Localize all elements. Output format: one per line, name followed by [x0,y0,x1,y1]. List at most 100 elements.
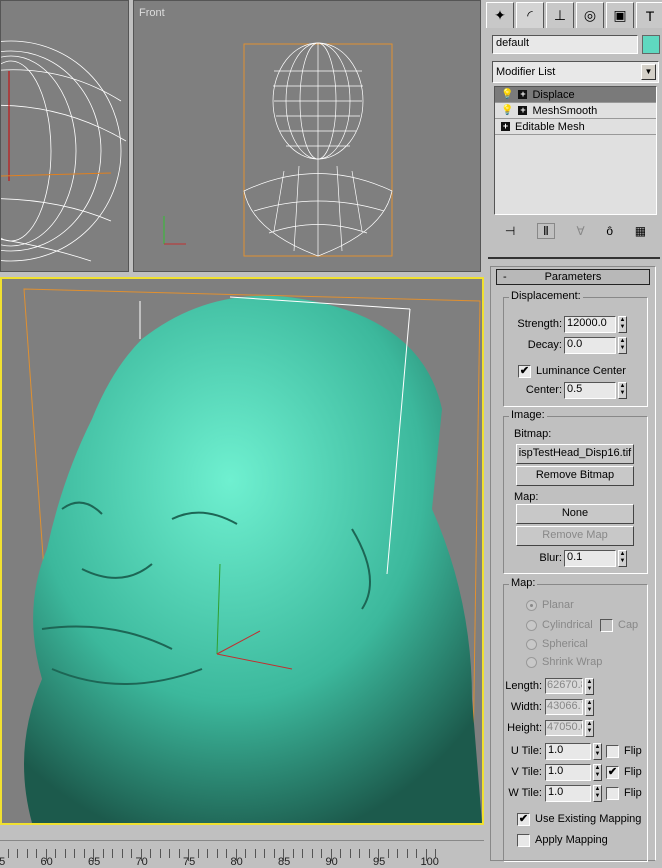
stack-item-label: MeshSmooth [532,104,598,117]
modifier-list-dropdown[interactable]: Modifier List ▼ [492,61,659,83]
planar-radio [526,600,537,611]
create-tab-icon[interactable]: ✦ [486,2,514,28]
ruler-tick [349,849,351,858]
strength-spinner[interactable]: ▲ ▼ [618,316,627,333]
remove-modifier-icon[interactable]: ô [606,224,613,238]
u-flip-label: Flip [624,745,642,757]
decay-spinner[interactable]: ▲ ▼ [618,337,627,354]
stack-item-displace[interactable]: 💡 + Displace [495,87,656,103]
object-name-input[interactable]: default [492,35,638,54]
front-viewport[interactable]: Front [133,0,481,272]
blur-spinner[interactable]: ▲ ▼ [618,550,627,567]
object-color-swatch[interactable] [642,35,660,54]
length-input: 62670.8: [545,678,583,694]
map-button[interactable]: None [516,504,634,524]
use-existing-mapping-checkbox[interactable]: ✔ [517,813,530,826]
ruler-label: 75 [183,856,196,868]
width-label: Width: [510,701,542,713]
map-group: Map: Planar Cylindrical Cap Spherical Sh… [503,577,648,862]
ruler-tick [26,849,28,858]
expand-icon[interactable]: + [518,90,528,99]
stack-item-meshsmooth[interactable]: 💡 + MeshSmooth [495,103,656,119]
width-spinner: ▲ ▼ [585,699,594,716]
center-spinner[interactable]: ▲ ▼ [618,382,627,399]
rollout-title: Parameters [544,271,602,283]
stack-item-label: Editable Mesh [515,120,585,133]
group-title: Image: [509,409,547,421]
luminance-center-label: Luminance Center [536,365,626,377]
use-existing-mapping-label: Use Existing Mapping [535,813,642,825]
ruler-tick [245,849,246,858]
apply-mapping-checkbox[interactable] [517,834,530,847]
w-flip-checkbox[interactable] [606,787,619,800]
configure-sets-icon[interactable]: ▦ [635,224,646,238]
u-flip-checkbox[interactable] [606,745,619,758]
collapse-icon: - [503,271,507,283]
bitmap-label: Bitmap: [514,428,552,440]
cap-checkbox [600,619,613,632]
ruler-tick [112,849,113,858]
wireframe-head-front [163,42,393,257]
show-end-result-icon[interactable]: Ⅱ [536,223,555,239]
ruler-tick [264,849,265,858]
ruler-tick [273,849,275,858]
bitmap-button[interactable]: ispTestHead_Disp16.tif [516,444,634,464]
ruler-tick [83,849,85,858]
perspective-viewport[interactable] [0,277,484,825]
make-unique-icon[interactable]: ∀ [577,224,585,238]
utilities-tab-icon[interactable]: T [636,2,662,28]
ruler-tick [416,849,417,858]
decay-input[interactable]: 0.0 [564,337,616,354]
left-viewport[interactable] [0,0,129,272]
v-flip-checkbox[interactable]: ✔ [606,766,619,779]
v-tile-spinner[interactable]: ▲ ▼ [593,764,602,781]
length-spinner: ▲ ▼ [585,678,594,695]
stack-toolbar: ⊣ Ⅱ ∀ ô ▦ [494,220,657,242]
remove-bitmap-button[interactable]: Remove Bitmap [516,466,634,486]
ruler-tick [397,849,398,858]
remove-map-button: Remove Map [516,526,634,546]
cylindrical-radio [526,620,537,631]
ruler-label: 70 [135,856,148,868]
ruler-tick [368,849,370,858]
lightbulb-icon[interactable]: 💡 [501,105,513,116]
ruler-tick [406,849,408,858]
display-tab-icon[interactable]: ▣ [606,2,634,28]
group-title: Displacement: [509,290,583,302]
center-input[interactable]: 0.5 [564,382,616,399]
time-ruler[interactable]: 55 60 65 70 75 80 85 90 95 100 [0,840,484,868]
displacement-group: Displacement: Strength: 12000.0 ▲ ▼ Decay… [503,290,648,407]
command-panel: ✦ ◜ ⊥ ◎ ▣ T default Modifier List ▼ 💡 + Di… [484,0,662,862]
stack-item-editable-mesh[interactable]: + Editable Mesh [495,119,656,135]
group-title: Map: [509,577,538,589]
pin-stack-icon[interactable]: ⊣ [505,224,515,238]
v-tile-input[interactable]: 1.0 [545,764,591,781]
strength-input[interactable]: 12000.0 [564,316,616,333]
ruler-tick [131,849,132,858]
expand-icon[interactable]: + [518,106,528,115]
expand-icon[interactable]: + [501,122,510,131]
luminance-center-checkbox[interactable]: ✔ [518,365,531,378]
parameters-rollout-header[interactable]: - Parameters [496,269,650,285]
blur-input[interactable]: 0.1 [564,550,616,567]
w-tile-spinner[interactable]: ▲ ▼ [593,785,602,802]
modify-tab-icon[interactable]: ◜ [516,2,544,28]
shaded-head-mesh [23,288,482,823]
center-label: Center: [525,384,562,396]
image-group: Image: Bitmap: ispTestHead_Disp16.tif Re… [503,409,648,574]
u-tile-spinner[interactable]: ▲ ▼ [593,743,602,760]
chevron-down-icon[interactable]: ▼ [641,64,656,80]
u-tile-input[interactable]: 1.0 [545,743,591,760]
lightbulb-icon[interactable]: 💡 [501,89,513,100]
ruler-label: 90 [325,856,338,868]
cylindrical-label: Cylindrical [542,619,593,631]
w-tile-input[interactable]: 1.0 [545,785,591,802]
hierarchy-tab-icon[interactable]: ⊥ [546,2,574,28]
motion-tab-icon[interactable]: ◎ [576,2,604,28]
modifier-stack: 💡 + Displace 💡 + MeshSmooth + Editable Mesh [494,86,657,215]
wireframe-head-side [1,40,127,262]
u-tile-label: U Tile: [510,745,542,757]
strength-label: Strength: [517,318,562,330]
ruler-tick [178,849,180,858]
cap-label: Cap [618,619,639,631]
